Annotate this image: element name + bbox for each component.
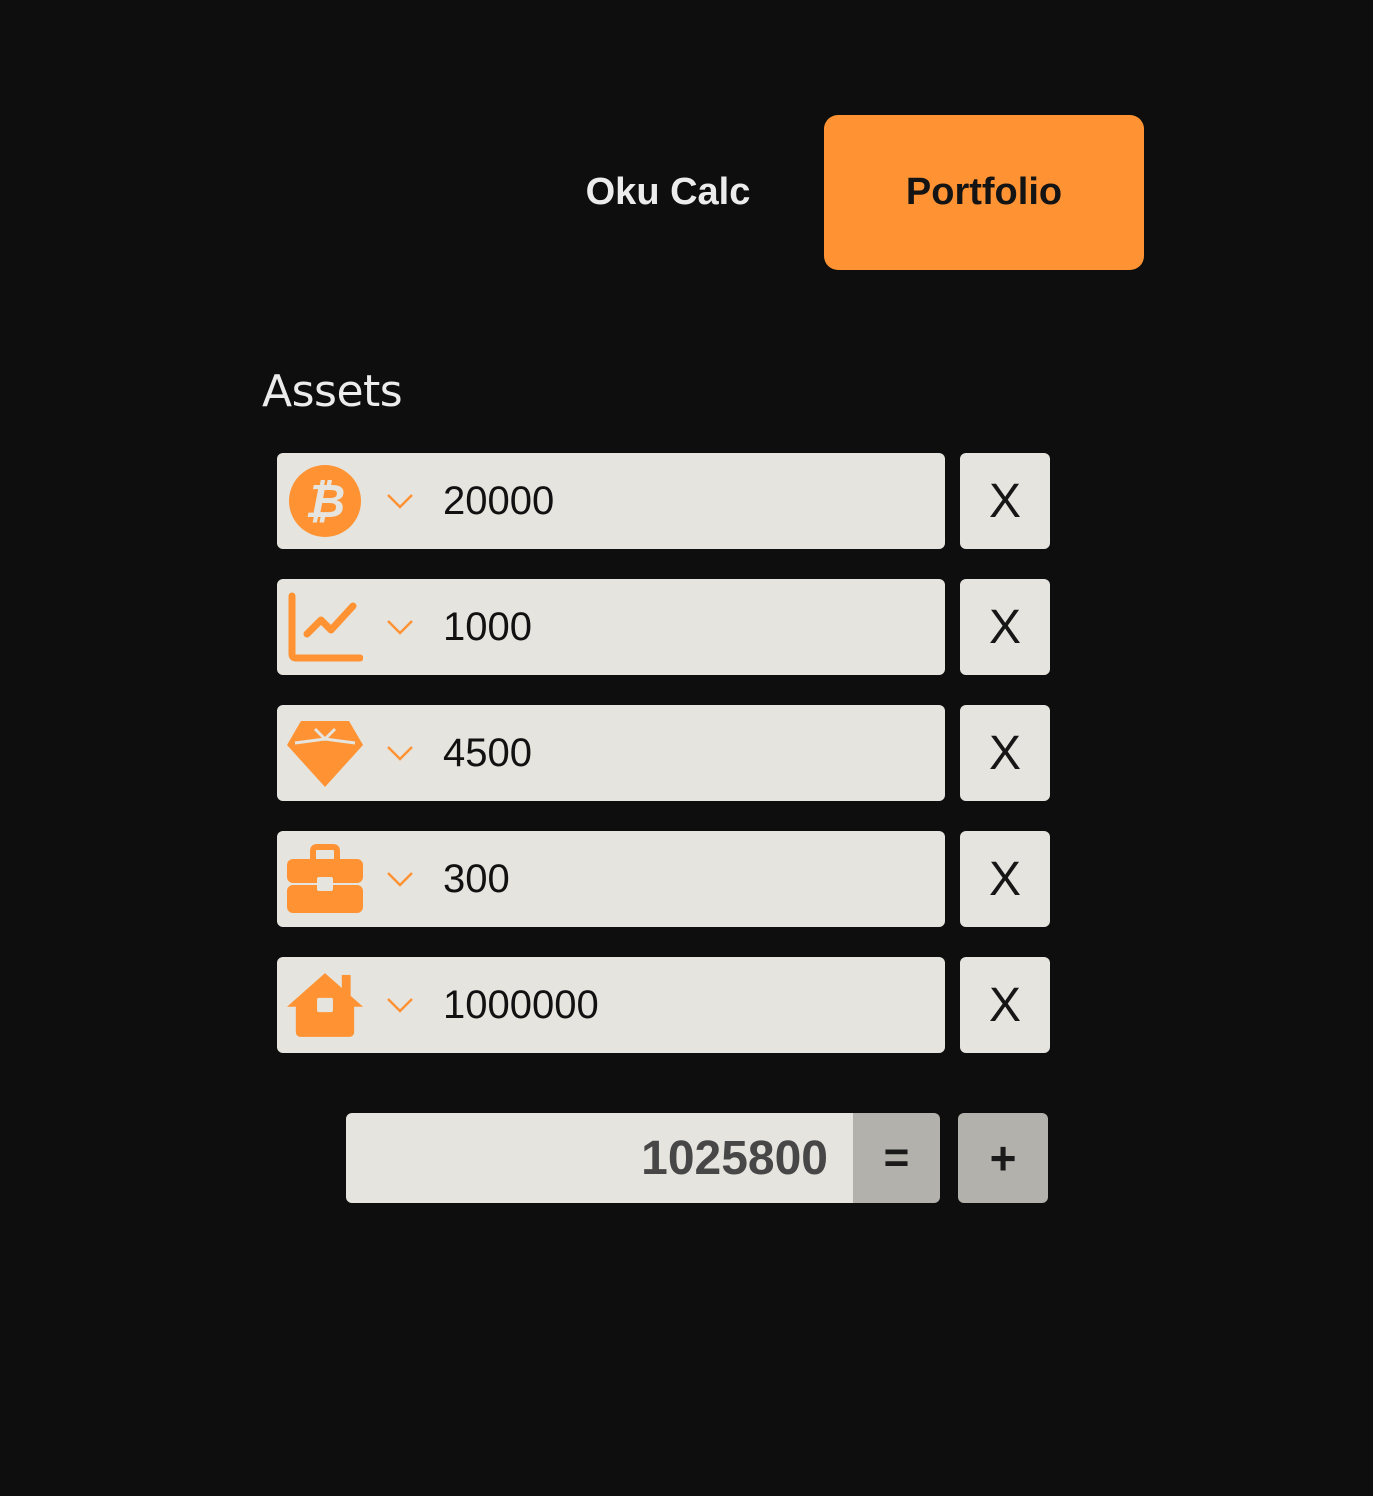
calculate-button[interactable]: = <box>853 1113 940 1203</box>
asset-amount-input[interactable] <box>443 705 923 801</box>
section-title: Assets <box>262 366 403 417</box>
diamond-icon[interactable] <box>287 715 363 791</box>
asset-row <box>277 705 945 801</box>
chevron-down-icon[interactable] <box>385 615 415 639</box>
tab-oku-calc[interactable]: Oku Calc <box>548 115 788 270</box>
asset-amount-input[interactable] <box>443 831 923 927</box>
remove-asset-button[interactable]: X <box>960 957 1050 1053</box>
bitcoin-icon[interactable]: ₿ <box>287 463 363 539</box>
asset-row: ₿ <box>277 453 945 549</box>
asset-amount-input[interactable] <box>443 579 923 675</box>
remove-asset-button[interactable]: X <box>960 579 1050 675</box>
add-asset-button[interactable]: + <box>958 1113 1048 1203</box>
stock-chart-icon[interactable] <box>287 589 363 665</box>
asset-row <box>277 831 945 927</box>
chevron-down-icon[interactable] <box>385 489 415 513</box>
remove-asset-button[interactable]: X <box>960 831 1050 927</box>
chevron-down-icon[interactable] <box>385 867 415 891</box>
chevron-down-icon[interactable] <box>385 993 415 1017</box>
asset-amount-input[interactable] <box>443 453 923 549</box>
house-icon[interactable] <box>287 967 363 1043</box>
chevron-down-icon[interactable] <box>385 741 415 765</box>
total-value: 1025800 <box>346 1113 854 1203</box>
svg-text:₿: ₿ <box>305 474 345 528</box>
remove-asset-button[interactable]: X <box>960 453 1050 549</box>
asset-row <box>277 579 945 675</box>
remove-asset-button[interactable]: X <box>960 705 1050 801</box>
tab-portfolio[interactable]: Portfolio <box>824 115 1144 270</box>
briefcase-icon[interactable] <box>287 841 363 917</box>
asset-row <box>277 957 945 1053</box>
asset-amount-input[interactable] <box>443 957 923 1053</box>
